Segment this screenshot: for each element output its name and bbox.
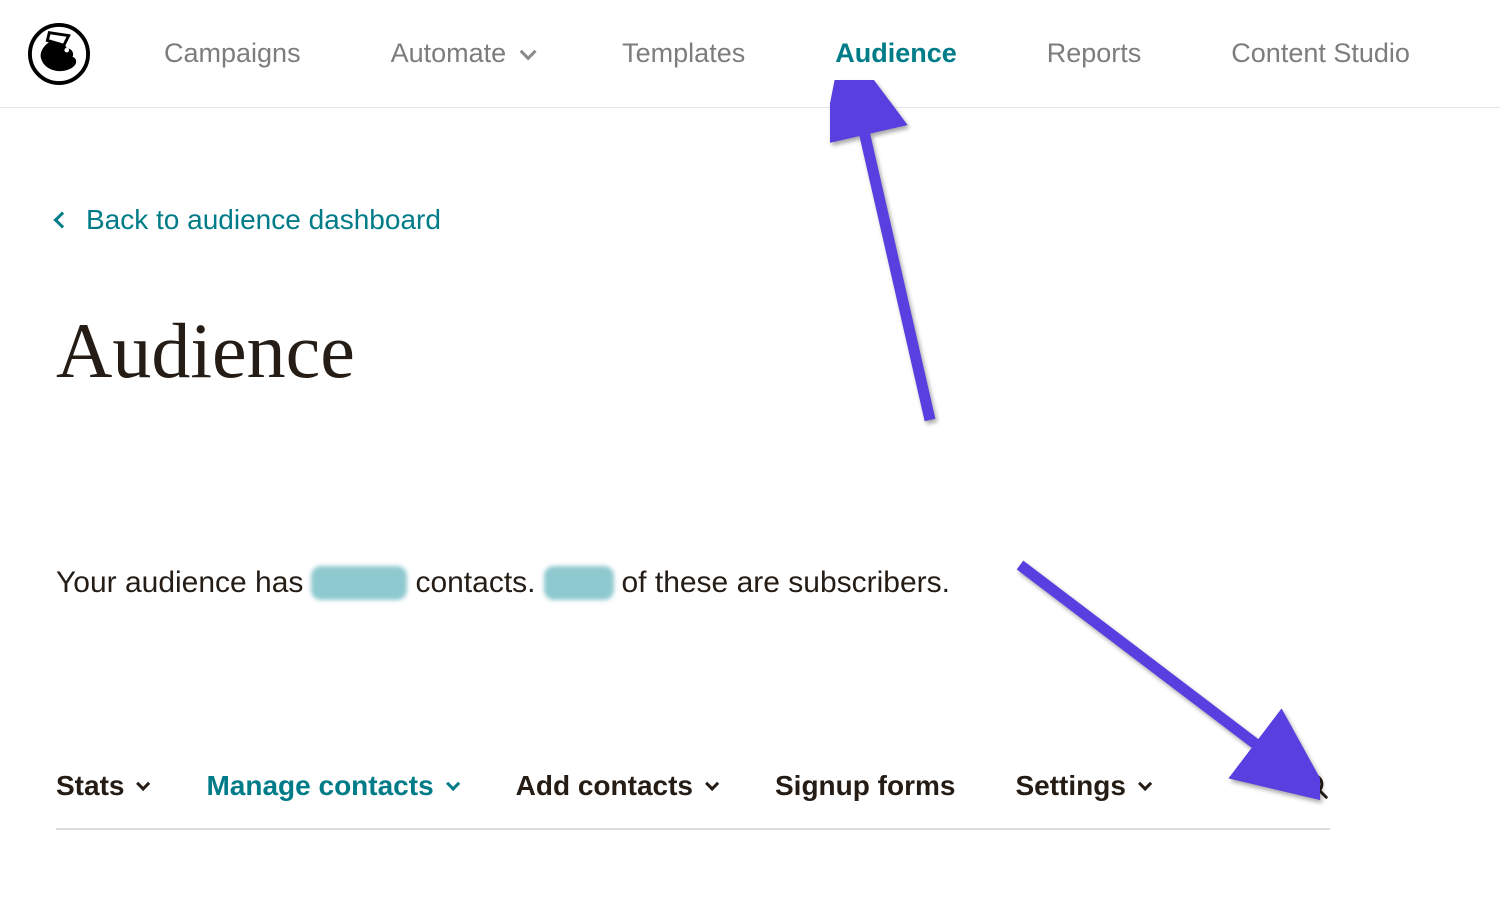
subnav-manage-contacts[interactable]: Manage contacts	[206, 770, 455, 802]
subnav-divider	[56, 828, 1330, 830]
audience-subnav: Stats Manage contacts Add contacts Signu…	[56, 770, 1500, 830]
nav-label: Campaigns	[164, 38, 301, 69]
nav-content-studio[interactable]: Content Studio	[1231, 38, 1410, 69]
nav-audience[interactable]: Audience	[835, 38, 957, 69]
chevron-down-icon	[1138, 777, 1152, 791]
chevron-down-icon	[137, 777, 151, 791]
mailchimp-logo-icon	[28, 23, 90, 85]
chevron-down-icon	[520, 43, 537, 60]
nav-templates[interactable]: Templates	[622, 38, 745, 69]
subnav-label: Stats	[56, 770, 124, 802]
nav-items: Campaigns Automate Templates Audience Re…	[164, 38, 1410, 69]
subnav-label: Settings	[1015, 770, 1125, 802]
nav-label: Automate	[391, 38, 507, 69]
subnav-stats[interactable]: Stats	[56, 770, 146, 802]
chevron-down-icon	[446, 777, 460, 791]
nav-label: Templates	[622, 38, 745, 69]
logo-mailchimp[interactable]	[28, 23, 90, 85]
chevron-down-icon	[705, 777, 719, 791]
audience-summary: Your audience has contacts. of these are…	[56, 566, 1444, 600]
subnav-label: Signup forms	[775, 770, 955, 802]
nav-label: Audience	[835, 38, 957, 69]
nav-label: Content Studio	[1231, 38, 1410, 69]
redacted-contact-count	[311, 566, 407, 600]
summary-text: contacts.	[415, 566, 535, 600]
redacted-subscriber-count	[544, 566, 614, 600]
top-nav: Campaigns Automate Templates Audience Re…	[0, 0, 1500, 108]
search-icon	[1300, 771, 1330, 801]
page-title: Audience	[56, 306, 1444, 396]
chevron-left-icon	[54, 212, 71, 229]
back-link[interactable]: Back to audience dashboard	[56, 204, 441, 236]
summary-text: Your audience has	[56, 566, 303, 600]
nav-label: Reports	[1047, 38, 1142, 69]
back-link-label: Back to audience dashboard	[86, 204, 441, 236]
subnav-signup-forms[interactable]: Signup forms	[775, 770, 955, 802]
nav-automate[interactable]: Automate	[391, 38, 533, 69]
nav-reports[interactable]: Reports	[1047, 38, 1142, 69]
subnav-add-contacts[interactable]: Add contacts	[516, 770, 715, 802]
subnav-label: Manage contacts	[206, 770, 433, 802]
subnav-label: Add contacts	[516, 770, 693, 802]
page-content: Back to audience dashboard Audience Your…	[0, 108, 1500, 600]
search-button[interactable]	[1300, 771, 1330, 801]
subnav-settings[interactable]: Settings	[1015, 770, 1147, 802]
summary-text: of these are subscribers.	[622, 566, 951, 600]
nav-campaigns[interactable]: Campaigns	[164, 38, 301, 69]
